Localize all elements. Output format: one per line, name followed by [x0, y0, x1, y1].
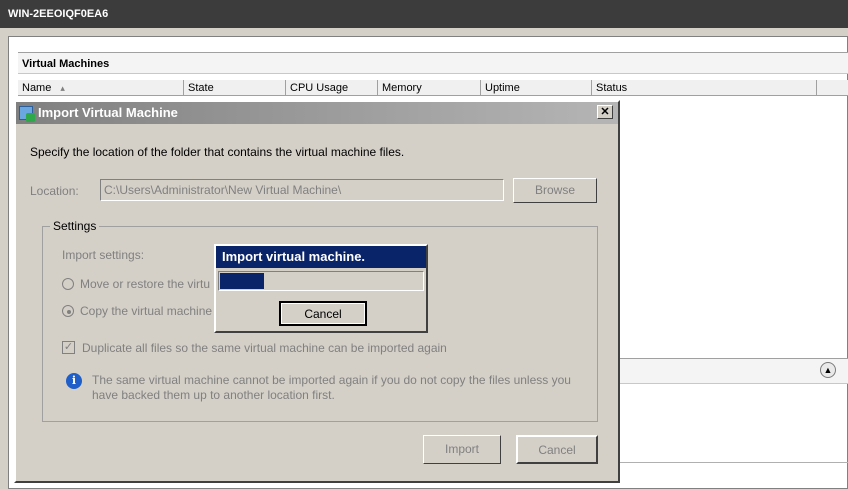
- vm-column-headers: Name ▴ State CPU Usage Memory Uptime Sta…: [18, 80, 848, 96]
- column-header-name[interactable]: Name ▴: [18, 80, 184, 96]
- browse-button[interactable]: Browse: [513, 178, 597, 203]
- import-button[interactable]: Import: [423, 435, 501, 464]
- info-text: The same virtual machine cannot be impor…: [92, 373, 571, 402]
- server-title-bar: WIN-2EEOIQF0EA6: [0, 0, 848, 28]
- progress-cancel-button[interactable]: Cancel: [279, 301, 367, 326]
- settings-legend: Settings: [50, 219, 100, 233]
- dialog-cancel-button[interactable]: Cancel: [516, 435, 598, 464]
- import-arrow-icon: [26, 113, 35, 122]
- dialog-title-bar[interactable]: Import Virtual Machine: [16, 102, 618, 124]
- radio-copy-selected-dot: [67, 310, 71, 314]
- column-header-status[interactable]: Status: [592, 80, 817, 96]
- sort-ascending-icon: ▴: [60, 83, 65, 93]
- progress-title: Import virtual machine.: [216, 246, 426, 268]
- duplicate-files-label: Duplicate all files so the same virtual …: [82, 341, 447, 355]
- collapse-icon[interactable]: ▲: [820, 362, 836, 378]
- info-icon: i: [66, 373, 82, 389]
- details-pane-header: [620, 358, 848, 384]
- import-settings-label: Import settings:: [62, 248, 145, 262]
- instruction-text: Specify the location of the folder that …: [30, 145, 405, 159]
- virtual-machines-header: Virtual Machines: [18, 52, 848, 74]
- dialog-title: Import Virtual Machine: [38, 105, 178, 120]
- column-header-cpu-usage[interactable]: CPU Usage: [286, 80, 378, 96]
- radio-move[interactable]: [62, 278, 74, 290]
- virtual-machines-title: Virtual Machines: [22, 58, 110, 70]
- column-header-uptime[interactable]: Uptime: [481, 80, 592, 96]
- column-header-state[interactable]: State: [184, 80, 286, 96]
- progress-bar-fill: [220, 273, 264, 289]
- radio-copy-label: Copy the virtual machine: [80, 304, 213, 318]
- location-label: Location:: [30, 184, 79, 198]
- column-header-memory[interactable]: Memory: [378, 80, 481, 96]
- close-button[interactable]: ✕: [597, 105, 613, 119]
- duplicate-files-checkbox[interactable]: ✓: [62, 341, 75, 354]
- server-name: WIN-2EEOIQF0EA6: [8, 8, 109, 20]
- checkmark-icon: ✓: [63, 341, 74, 353]
- location-input[interactable]: C:\Users\Administrator\New Virtual Machi…: [100, 179, 504, 201]
- radio-move-label: Move or restore the virtu: [80, 277, 211, 291]
